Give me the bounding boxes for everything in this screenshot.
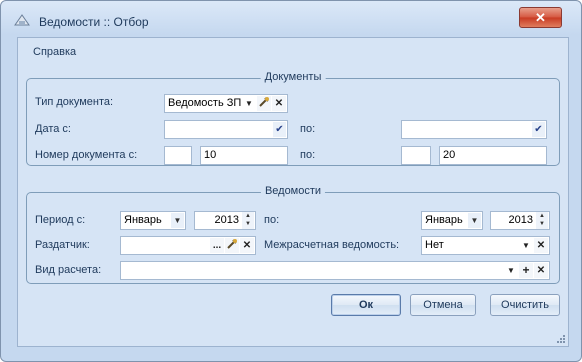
dropdown-icon[interactable]: ▼	[519, 238, 533, 253]
doc-type-label: Тип документа:	[35, 96, 114, 108]
period-to-year-value: 2013	[508, 214, 533, 226]
docnum-to-value: 20	[443, 149, 456, 161]
add-icon[interactable]: +	[519, 263, 533, 278]
ok-button[interactable]: Ок	[331, 294, 401, 316]
spin-up-icon[interactable]: ▲	[242, 212, 254, 220]
statements-group-title: Ведомости	[260, 185, 326, 197]
distributor-label: Раздатчик:	[35, 239, 90, 251]
period-from-label: Период с:	[35, 214, 86, 226]
title-bar[interactable]: Ведомости :: Отбор ✕	[1, 1, 581, 39]
clear-button[interactable]: Очистить	[490, 294, 560, 316]
intercalc-select[interactable]: Нет ▼ ✕	[421, 236, 550, 255]
app-icon	[14, 14, 30, 26]
dropdown-icon[interactable]: ✔	[273, 122, 286, 137]
intercalc-value: Нет	[425, 239, 444, 251]
docnum-from-prefix-field[interactable]	[164, 146, 192, 165]
year-spinner-buttons[interactable]: ▲ ▼	[242, 212, 254, 229]
dropdown-icon[interactable]: ▼	[242, 96, 256, 111]
docnum-to-field[interactable]: 20	[439, 146, 547, 165]
docnum-to-label: по:	[300, 149, 316, 161]
period-from-month-value: Январь	[124, 214, 162, 226]
cancel-button[interactable]: Отмена	[410, 294, 476, 316]
clear-icon[interactable]: ✕	[534, 263, 548, 278]
pick-icon[interactable]	[225, 238, 239, 253]
period-to-month-select[interactable]: Январь ▼	[421, 211, 483, 230]
ellipsis-icon[interactable]: ...	[210, 238, 224, 253]
dropdown-icon[interactable]: ✔	[532, 122, 545, 137]
period-from-year-value: 2013	[214, 214, 239, 226]
docnum-label: Номер документа с:	[35, 149, 138, 161]
spin-down-icon[interactable]: ▼	[536, 220, 548, 228]
distributor-field[interactable]: ... ✕	[120, 236, 256, 255]
calc-type-field[interactable]: ▼ + ✕	[120, 261, 550, 280]
doc-type-field[interactable]: Ведомость ЗП ▼ ✕	[164, 94, 288, 113]
date-from-field[interactable]: ✔	[164, 120, 288, 139]
period-from-month-select[interactable]: Январь ▼	[120, 211, 186, 230]
calc-type-label: Вид расчета:	[35, 264, 102, 276]
period-to-label: по:	[264, 214, 280, 226]
clear-icon[interactable]: ✕	[272, 96, 286, 111]
documents-group: Документы Тип документа: Ведомость ЗП ▼ …	[26, 71, 560, 166]
year-spinner-buttons[interactable]: ▲ ▼	[536, 212, 548, 229]
resize-grip-icon[interactable]	[557, 335, 565, 343]
period-to-month-value: Январь	[425, 214, 463, 226]
docnum-from-value: 10	[204, 149, 217, 161]
statements-group: Ведомости Период с: Январь ▼ 2013 ▲ ▼ по…	[26, 185, 560, 284]
dialog-window: Ведомости :: Отбор ✕ Справка Документы Т…	[0, 0, 582, 362]
spin-down-icon[interactable]: ▼	[242, 220, 254, 228]
pick-icon[interactable]	[257, 96, 271, 111]
documents-group-title: Документы	[260, 71, 326, 83]
dropdown-icon[interactable]: ▼	[504, 263, 518, 278]
menu-item-help[interactable]: Справка	[33, 46, 76, 58]
window-title: Ведомости :: Отбор	[39, 15, 149, 29]
close-icon: ✕	[535, 10, 546, 25]
date-from-label: Дата с:	[35, 123, 71, 135]
dropdown-icon[interactable]: ▼	[468, 213, 481, 228]
dropdown-icon[interactable]: ▼	[171, 213, 184, 228]
dialog-body: Справка Документы Тип документа: Ведомос…	[17, 37, 569, 347]
docnum-from-field[interactable]: 10	[200, 146, 288, 165]
spin-up-icon[interactable]: ▲	[536, 212, 548, 220]
clear-icon[interactable]: ✕	[240, 238, 254, 253]
intercalc-label: Межрасчетная ведомость:	[264, 239, 400, 251]
close-button[interactable]: ✕	[519, 7, 562, 28]
period-to-year-spinner[interactable]: 2013 ▲ ▼	[490, 211, 550, 230]
date-to-label: по:	[300, 123, 316, 135]
doc-type-value: Ведомость ЗП	[168, 97, 242, 109]
period-from-year-spinner[interactable]: 2013 ▲ ▼	[194, 211, 256, 230]
clear-icon[interactable]: ✕	[534, 238, 548, 253]
date-to-field[interactable]: ✔	[401, 120, 547, 139]
docnum-to-prefix-field[interactable]	[401, 146, 431, 165]
